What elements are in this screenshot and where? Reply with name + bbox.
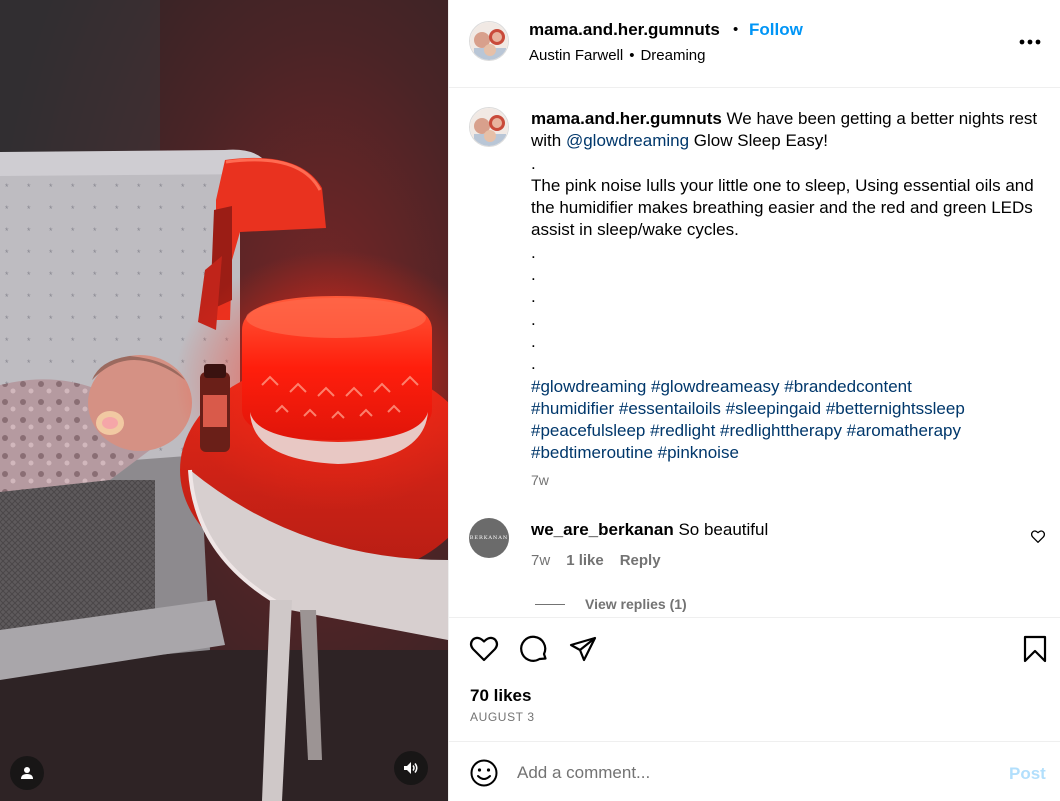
caption-dot: . [531,331,536,351]
likes-count[interactable]: 70 likes [470,686,531,706]
avatar[interactable] [469,21,509,61]
caption-dot: . [531,287,536,307]
caption-dot: . [531,309,536,329]
post-caption: mama.and.her.gumnuts We have been gettin… [531,108,1041,465]
comment: we_are_berkanan So beautiful [531,520,768,540]
comment-username[interactable]: we_are_berkanan [531,520,674,539]
avatar[interactable]: BERKANAN [469,518,509,558]
caption-text: Glow Sleep Easy! [689,131,828,151]
caption-username[interactable]: mama.and.her.gumnuts [531,109,722,128]
comment-meta: 7w 1 like Reply [531,552,677,569]
follow-button[interactable]: Follow [749,20,803,40]
sound-icon [404,762,418,774]
username[interactable]: mama.and.her.gumnuts [529,20,720,40]
comment-likes[interactable]: 1 like [566,552,604,569]
action-bar: 70 likes AUGUST 3 [449,617,1060,741]
comment-input[interactable] [517,756,987,790]
post-media[interactable]: * [0,0,448,801]
post-details-panel: mama.and.her.gumnuts • Follow Austin Far… [448,0,1060,801]
caption-dot: . [531,265,536,285]
comment-icon[interactable] [518,633,550,665]
hashtags[interactable]: #bedtimeroutine #pinknoise [531,442,1041,464]
view-replies-label: View replies (1) [585,596,687,612]
comment-body: So beautiful [678,520,769,539]
comment-timestamp[interactable]: 7w [531,552,550,569]
bookmark-icon[interactable] [1019,633,1051,665]
small-heart-icon[interactable] [1031,530,1045,543]
caption-timestamp[interactable]: 7w [531,472,549,488]
audio-info[interactable]: Austin Farwell • Dreaming [529,47,706,64]
caption-dot: . [531,153,536,173]
mention-link[interactable]: @glowdreaming [566,131,689,150]
divider [535,603,565,605]
post-photo: * [0,0,448,801]
caption-paragraph: The pink noise lulls your little one to … [531,175,1034,240]
heart-icon[interactable] [468,633,500,665]
comments-list[interactable]: mama.and.her.gumnuts We have been gettin… [449,89,1060,616]
hashtags[interactable]: #peacefulsleep #redlight #redlighttherap… [531,420,1041,442]
view-replies-button[interactable]: View replies (1) [535,596,687,612]
reply-button[interactable]: Reply [620,552,661,569]
avatar[interactable] [469,107,509,147]
comment-form: Post [449,741,1060,801]
post-date: AUGUST 3 [470,710,535,724]
separator-dot: • [629,47,635,64]
caption-dot: . [531,242,536,262]
user-tag-button[interactable] [10,756,44,790]
emoji-icon[interactable] [469,758,499,788]
separator-dot: • [733,21,739,38]
hashtags[interactable]: #humidifier #essentailoils #sleepingaid … [531,398,1041,420]
audio-title: Dreaming [640,47,706,64]
post-header: mama.and.her.gumnuts • Follow Austin Far… [449,0,1060,88]
sound-toggle-button[interactable] [394,751,428,785]
post-button[interactable]: Post [1009,764,1046,784]
hashtags[interactable]: #glowdreaming #glowdreameasy #brandedcon… [531,376,1041,398]
more-icon[interactable] [1017,32,1045,52]
avatar-logo-text: BERKANAN [469,535,509,541]
user-tag-icon [21,767,33,779]
share-icon[interactable] [567,633,599,665]
caption-dot: . [531,354,536,374]
audio-artist: Austin Farwell [529,47,624,64]
